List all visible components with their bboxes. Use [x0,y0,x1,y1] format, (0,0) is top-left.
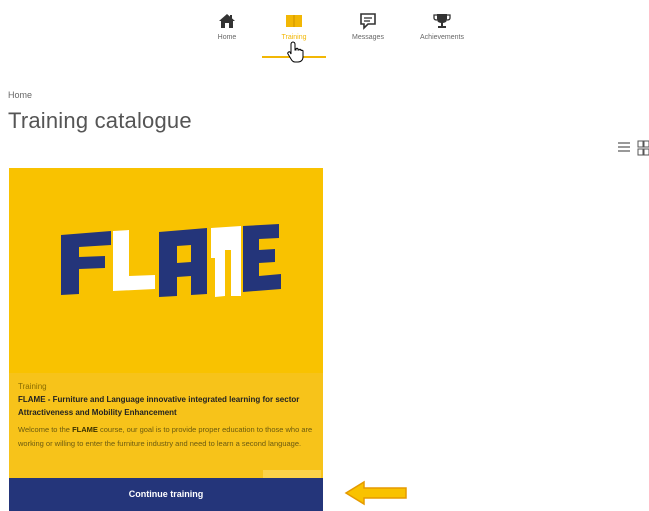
book-icon [286,15,302,27]
course-title[interactable]: FLAME - Furniture and Language innovativ… [18,393,314,419]
home-icon [219,14,235,28]
nav-label-home: Home [217,34,237,41]
nav-label-achievements: Achievements [420,34,464,41]
course-description: Welcome to the FLAME course, our goal is… [18,423,318,451]
nav-item-messages[interactable]: Messages [336,12,400,41]
nav-label-training: Training [281,34,307,41]
course-cover-image [9,168,323,373]
message-icon [360,13,376,30]
list-view-icon[interactable] [617,140,631,154]
course-card[interactable]: Training FLAME - Furniture and Language … [9,168,323,511]
flame-logo [61,224,281,297]
grid-view-icon[interactable] [637,140,649,156]
page-title: Training catalogue [8,108,192,133]
nav-item-home[interactable]: Home [195,12,259,41]
course-description-prefix: Welcome to the [18,425,73,434]
card-decoration [263,470,321,478]
nav-item-training[interactable]: Training [262,12,326,41]
page: Home Training Messages Achievements Home… [0,0,649,511]
left-arrow-annotation-icon [344,480,407,506]
nav-item-achievements[interactable]: Achievements [410,12,474,41]
nav-label-messages: Messages [352,34,384,41]
course-category: Training [18,382,47,391]
continue-training-button[interactable]: Continue training [9,478,323,511]
breadcrumb-home[interactable]: Home [8,90,32,100]
course-description-highlight: FLAME [72,425,98,434]
trophy-icon [433,14,451,28]
course-card-body: Training FLAME - Furniture and Language … [9,373,323,483]
hand-cursor-icon [287,41,304,63]
top-navigation: Home Training Messages Achievements [0,0,649,63]
